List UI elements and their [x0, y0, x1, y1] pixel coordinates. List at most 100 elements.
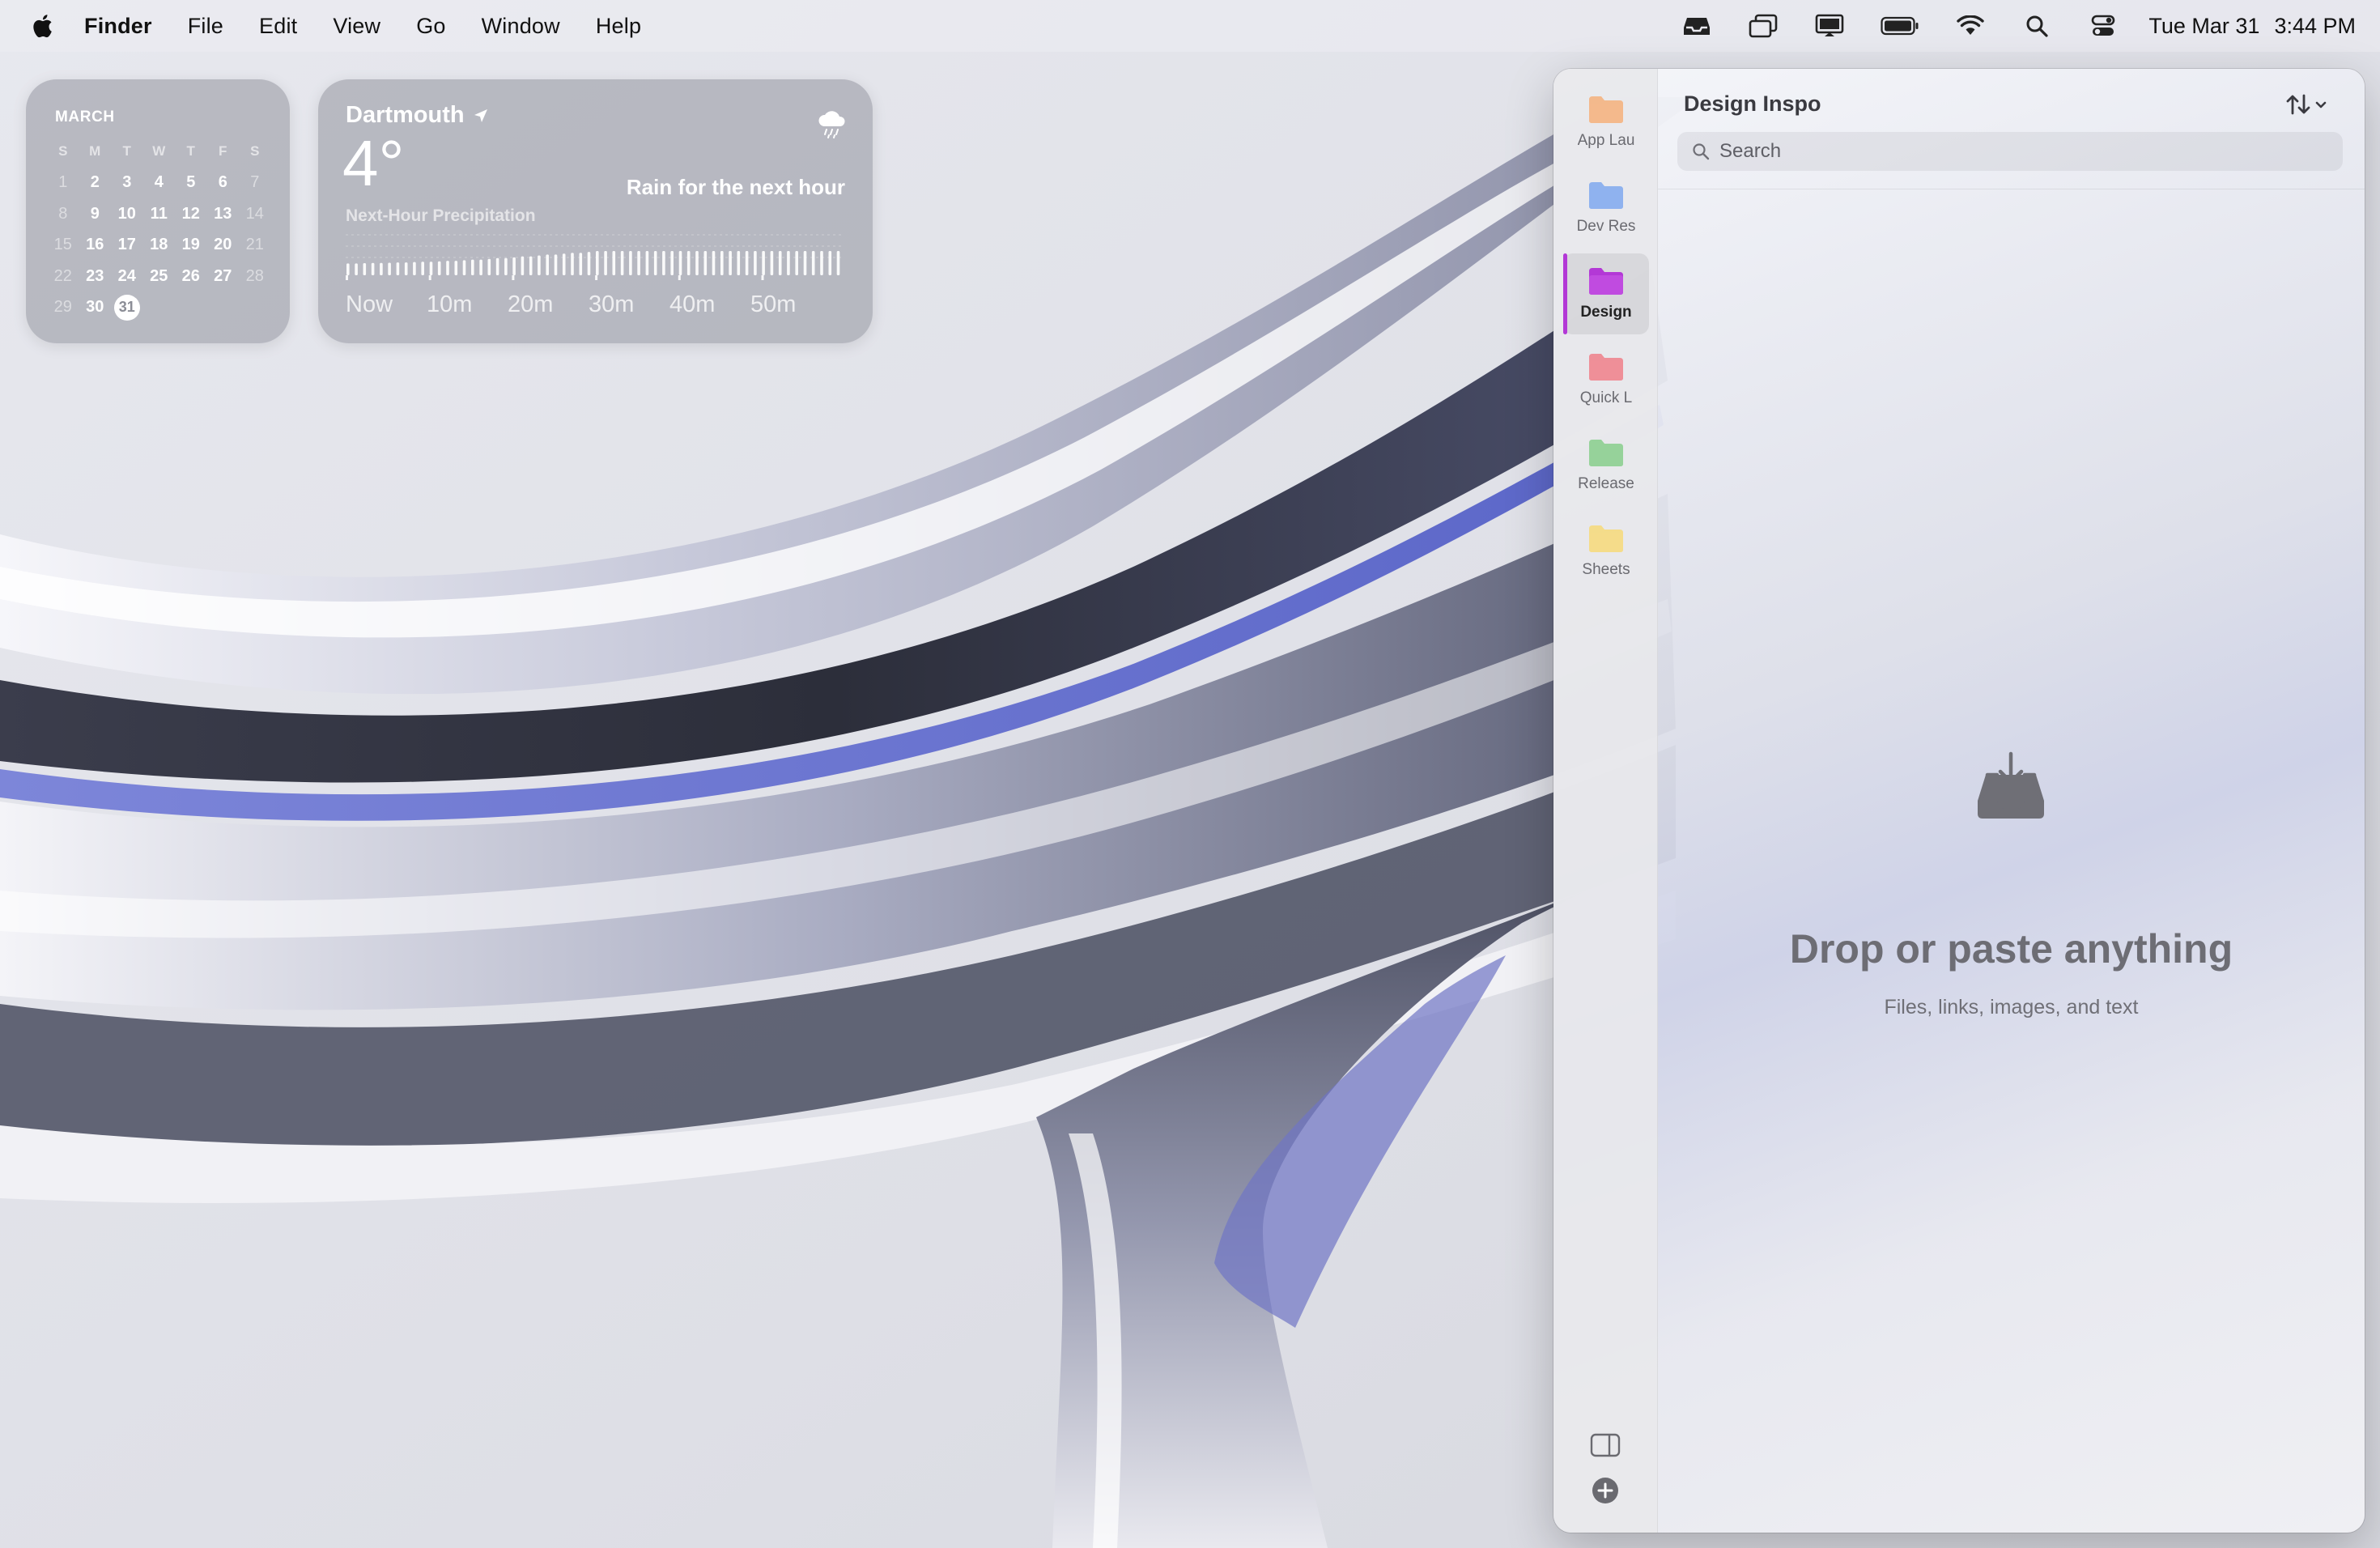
precipitation-bar	[612, 251, 616, 275]
weather-condition: Rain for the next hour	[626, 175, 845, 199]
calendar-weekday: T	[122, 143, 131, 159]
precipitation-bar	[770, 251, 774, 275]
precipitation-bar	[695, 251, 699, 275]
toggle-sidebar-icon[interactable]	[1589, 1429, 1621, 1461]
menubar-clock[interactable]: Tue Mar 31 3:44 PM	[2148, 14, 2356, 39]
precipitation-bar	[479, 259, 482, 275]
search-field[interactable]: Search	[1677, 132, 2343, 171]
calendar-day: 25	[150, 266, 168, 285]
weather-subtitle: Next-Hour Precipitation	[346, 206, 536, 225]
drop-tray-icon	[1978, 751, 2044, 819]
calendar-day: 16	[86, 236, 104, 254]
control-center-icon[interactable]	[2087, 10, 2119, 42]
menu-view[interactable]: View	[333, 14, 380, 39]
precipitation-bar	[703, 251, 708, 275]
calendar-day: 9	[90, 204, 100, 223]
calendar-day: 24	[117, 266, 136, 285]
weather-location-label: Dartmouth	[346, 102, 465, 128]
spotlight-search-icon[interactable]	[2021, 10, 2053, 42]
weather-widget[interactable]: Dartmouth 4° Rain for the next hour Next…	[318, 79, 873, 343]
precipitation-bar	[554, 254, 558, 275]
menu-window[interactable]: Window	[482, 14, 560, 39]
calendar-empty-cell	[239, 292, 271, 324]
calendar-day: 1	[58, 173, 68, 192]
window-stack-icon[interactable]	[1747, 10, 1779, 42]
menu-help[interactable]: Help	[596, 14, 641, 39]
sidebar-item-app-lau[interactable]: App Lau	[1563, 82, 1649, 163]
menu-go[interactable]: Go	[416, 14, 445, 39]
sidebar: App Lau Dev Res Design Quick L Release S…	[1553, 69, 1658, 1533]
display-icon[interactable]	[1813, 10, 1846, 42]
precipitation-time-axis: Now 10m 20m 30m 40m 50m	[346, 291, 848, 318]
inbox-tray-icon[interactable]	[1681, 10, 1713, 42]
precipitation-bar	[446, 261, 449, 275]
sidebar-item-sheets[interactable]: Sheets	[1563, 511, 1649, 592]
calendar-weekday: S	[58, 143, 68, 159]
precipitation-bar	[487, 258, 491, 275]
calendar-day: 20	[214, 236, 232, 254]
calendar-day: 22	[53, 266, 72, 285]
sort-button[interactable]	[2284, 90, 2332, 119]
precipitation-bar	[778, 251, 782, 275]
sidebar-item-design[interactable]: Design	[1563, 253, 1649, 334]
precipitation-bar	[670, 251, 674, 275]
calendar-day: 19	[181, 236, 200, 254]
calendar-day: 3	[122, 173, 132, 192]
precipitation-bar	[729, 251, 732, 275]
rain-cloud-icon	[816, 108, 848, 141]
precipitation-bar	[571, 253, 574, 275]
precipitation-bar	[495, 257, 499, 275]
active-indicator	[1563, 253, 1567, 334]
apple-menu-icon[interactable]	[29, 11, 58, 40]
precipitation-bar	[388, 262, 391, 275]
chart-tick	[512, 275, 515, 280]
collection-title: Design Inspo	[1684, 91, 1821, 116]
precipitation-bar	[720, 251, 724, 275]
sidebar-item-label: Release	[1578, 475, 1634, 492]
precipitation-bar	[454, 261, 458, 275]
menu-app-name[interactable]: Finder	[84, 14, 152, 39]
calendar-day: 14	[245, 204, 264, 223]
calendar-day: 23	[86, 266, 104, 285]
folder-icon	[1589, 96, 1623, 123]
precipitation-bar	[512, 257, 516, 275]
calendar-day: 27	[214, 266, 232, 285]
precipitation-bar	[538, 255, 541, 275]
precipitation-bar	[413, 262, 416, 275]
precipitation-bar	[745, 251, 749, 275]
precipitation-bar	[396, 262, 400, 275]
precipitation-bar	[637, 251, 640, 275]
sidebar-item-label: Sheets	[1582, 561, 1630, 578]
search-icon	[1693, 143, 1710, 160]
precipitation-bar	[645, 251, 649, 275]
precipitation-bar	[629, 251, 632, 275]
time-label: 30m	[589, 291, 635, 317]
add-collection-icon[interactable]	[1589, 1474, 1621, 1507]
calendar-widget[interactable]: MARCH S M T W T F S 1 2 3 4 5 6 7 8 9 10 11 12 13 14 15 16 17 18…	[26, 79, 290, 343]
sidebar-item-label: Design	[1580, 304, 1632, 321]
precipitation-bar	[811, 251, 815, 275]
precipitation-bar	[836, 251, 840, 275]
calendar-day: 10	[117, 204, 136, 223]
precipitation-bar	[437, 261, 441, 275]
sidebar-item-quick-l[interactable]: Quick L	[1563, 339, 1649, 420]
calendar-day: 18	[150, 236, 168, 254]
menu-edit[interactable]: Edit	[259, 14, 297, 39]
sidebar-item-release[interactable]: Release	[1563, 425, 1649, 506]
wifi-icon[interactable]	[1954, 10, 1987, 42]
menu-file[interactable]: File	[188, 14, 223, 39]
main-content: Design Inspo Search Drop or paste anythi…	[1658, 69, 2365, 1533]
battery-icon[interactable]	[1880, 10, 1920, 42]
precipitation-bar	[579, 253, 583, 275]
calendar-day: 11	[150, 204, 168, 223]
calendar-grid: S M T W T F S 1 2 3 4 5 6 7 8 9 10 11 12 13 14 15 16 17 18 19 20 21…	[47, 136, 271, 323]
calendar-day: 30	[86, 298, 104, 317]
precipitation-bar	[762, 251, 765, 275]
calendar-day: 5	[186, 173, 196, 192]
precipitation-bar	[653, 251, 657, 275]
precipitation-bar	[754, 251, 757, 275]
sidebar-item-dev-res[interactable]: Dev Res	[1563, 168, 1649, 249]
calendar-day: 13	[214, 204, 232, 223]
chart-tick	[346, 275, 348, 280]
weather-temperature: 4°	[342, 127, 405, 199]
